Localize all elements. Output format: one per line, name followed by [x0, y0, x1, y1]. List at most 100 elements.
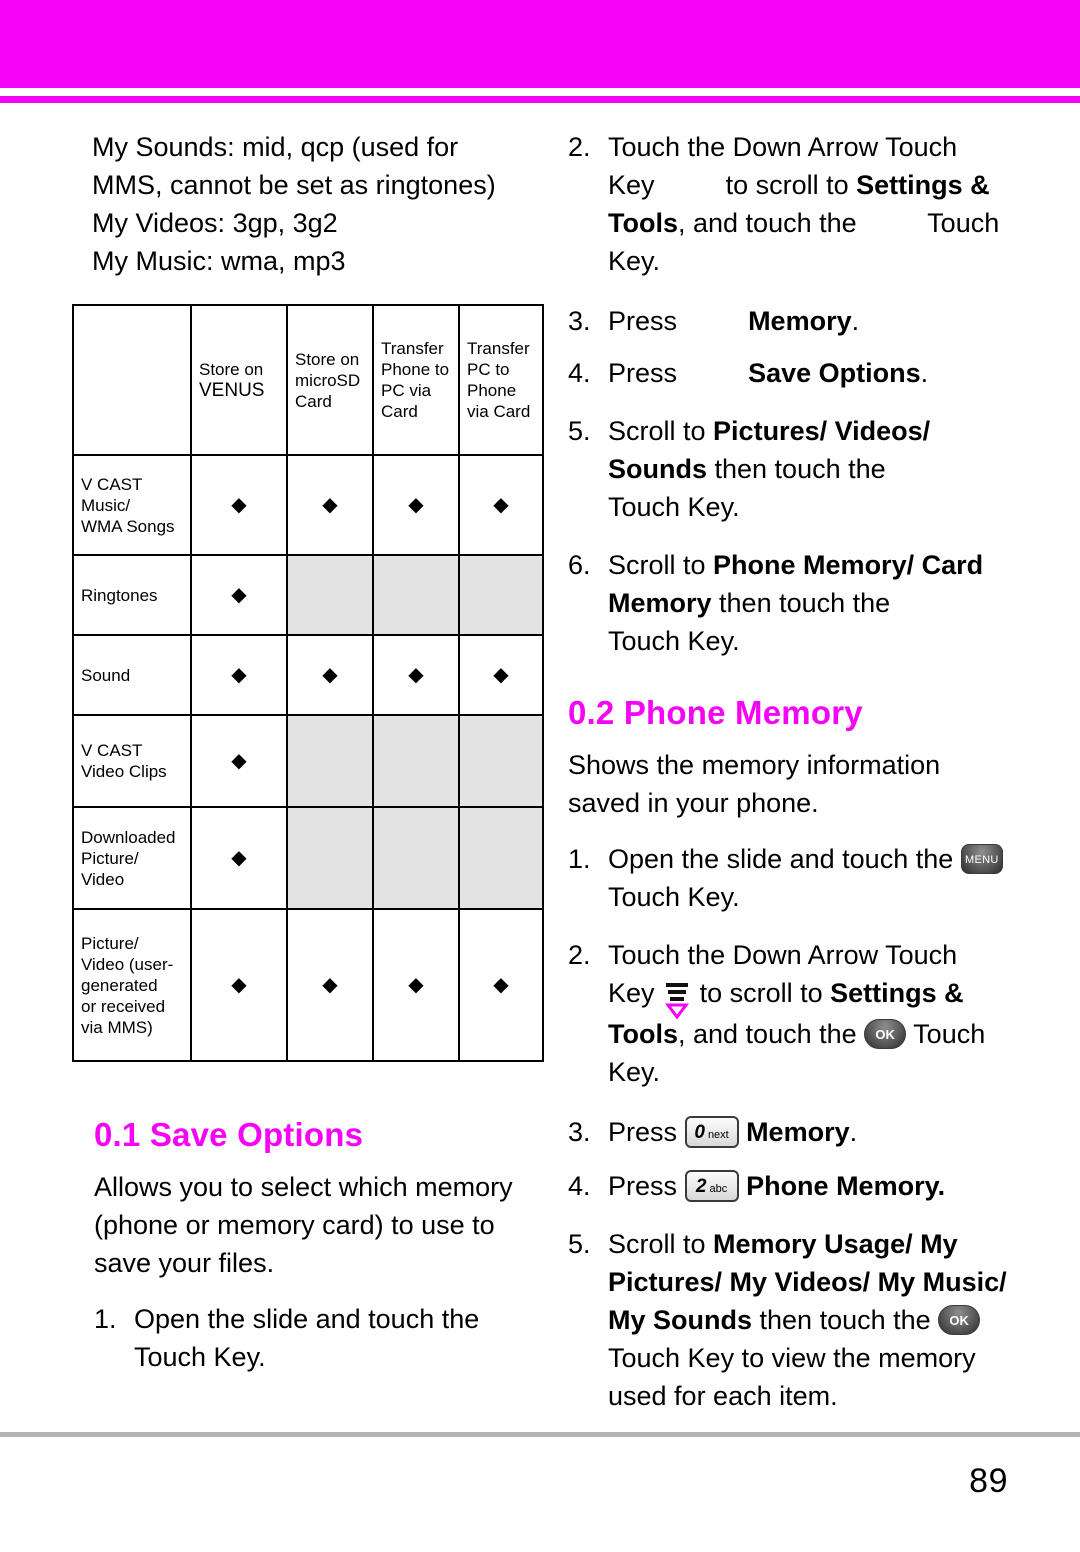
cell-blocked	[458, 714, 544, 808]
header-line: Card	[295, 391, 332, 411]
step-bold: Phone Memory/ Card	[713, 550, 984, 580]
cell-mark: ◆	[458, 634, 544, 716]
step-text: .	[920, 358, 929, 388]
table-row: V CAST Video Clips ◆	[72, 714, 544, 808]
row-label-downloaded-picture-video: Downloaded Picture/ Video	[72, 806, 192, 910]
save-options-steps-continued: 2. Touch the Down Arrow Touch Key to scr…	[568, 128, 1012, 660]
step-item: 3. Press 0 next Memory.	[568, 1113, 1012, 1151]
step-item: 5. Scroll to Memory Usage/ My Pictures/ …	[568, 1225, 1012, 1415]
row-label-sound: Sound	[72, 634, 192, 716]
table-header-transfer-phone-to-pc: Transfer Phone to PC via Card	[372, 304, 460, 456]
step-text: Key.	[608, 246, 661, 276]
step-text: Touch the Down Arrow Touch	[608, 132, 958, 162]
body-line: Allows you to select which memory	[94, 1172, 513, 1202]
step-text: Scroll to	[608, 1228, 714, 1259]
cell-mark: ◆	[372, 908, 460, 1062]
key-digit: 2	[695, 1175, 707, 1197]
cell-mark: ◆	[372, 454, 460, 556]
step-number: 6.	[568, 550, 591, 580]
key-2-abc-icon: 2 abc	[684, 1169, 739, 1202]
section-title-phone-memory: 0.2 Phone Memory	[568, 694, 863, 731]
step-number: 3.	[568, 306, 591, 336]
cell-blocked	[372, 554, 460, 636]
cell-mark: ◆	[190, 714, 288, 808]
step-text: Scroll to	[608, 416, 714, 446]
phone-memory-body: Shows the memory information saved in yo…	[568, 746, 1012, 822]
key-digit: 0	[694, 1121, 705, 1143]
cell-mark: ◆	[458, 908, 544, 1062]
step-bold: Pictures/ My Videos/ My Music/	[608, 1266, 1007, 1297]
table-row: Downloaded Picture/ Video ◆	[72, 806, 544, 910]
table-row: Sound ◆ ◆ ◆ ◆	[72, 634, 544, 716]
step-text: Touch	[927, 208, 1000, 238]
step-item: 1. Open the slide and touch the MENU Tou…	[568, 840, 1012, 916]
header-line: VENUS	[199, 380, 265, 401]
body-line: (phone or memory card) to use to	[94, 1210, 495, 1240]
row-label-picture-video-user-generated: Picture/ Video (user- generated or recei…	[72, 908, 192, 1062]
step-text: , and touch the	[678, 1018, 857, 1049]
table-row: V CAST Music/ WMA Songs ◆ ◆ ◆ ◆	[72, 454, 544, 556]
step-text: Touch Key.	[608, 626, 740, 656]
step-number: 1.	[568, 844, 591, 874]
manual-page: My Sounds: mid, qcp (used for MMS, canno…	[0, 0, 1080, 1552]
step-item: 6. Scroll to Phone Memory/ Card Memory t…	[568, 546, 1012, 660]
step-bold: Memory	[608, 588, 712, 618]
step-text: Press	[608, 358, 678, 388]
step-item: 2. Touch the Down Arrow Touch Key to scr…	[568, 128, 1012, 280]
step-text: to scroll to	[725, 170, 857, 200]
label-line: Picture/	[81, 933, 139, 953]
cell-mark: ◆	[286, 454, 374, 556]
label-line: V CAST	[81, 741, 143, 760]
step-text: Open the slide and touch the	[608, 844, 954, 874]
cell-blocked	[458, 806, 544, 910]
step-text: then touch the	[752, 1304, 931, 1335]
header-line: Store on	[199, 360, 264, 379]
ok-key-icon: OK	[864, 1018, 907, 1049]
label-line: V CAST	[81, 474, 143, 494]
table-row: Picture/ Video (user- generated or recei…	[72, 908, 544, 1062]
save-options-body: Allows you to select which memory (phone…	[94, 1168, 542, 1282]
cell-mark: ◆	[286, 908, 374, 1062]
table-header-store-microsd: Store on microSD Card	[286, 304, 374, 456]
label-line: Ringtones	[81, 585, 158, 605]
label-line: or received	[81, 996, 166, 1016]
footer-rule	[0, 1432, 1080, 1437]
row-label-vcast-music: V CAST Music/ WMA Songs	[72, 454, 192, 556]
step-item: 4. Press 2 abc Phone Memory.	[568, 1167, 1012, 1205]
step-item: 1. Open the slide and touch the Touch Ke…	[94, 1300, 542, 1376]
table-corner-cell	[72, 304, 192, 456]
step-text: to scroll to	[699, 978, 831, 1008]
step-number: 2.	[568, 132, 591, 162]
memory-matrix-table: Store on VENUS Store on microSD Card Tra…	[72, 304, 544, 1062]
cell-mark: ◆	[190, 554, 288, 636]
page-number: 89	[969, 1462, 1008, 1500]
header-band	[0, 0, 1080, 88]
step-bold: Memory	[746, 1116, 850, 1147]
header-line: PC to	[467, 360, 510, 379]
table-row: Ringtones ◆	[72, 554, 544, 636]
step-text: Scroll to	[608, 550, 714, 580]
cell-mark: ◆	[286, 634, 374, 716]
format-line: MMS, cannot be set as ringtones)	[92, 170, 496, 200]
step-number: 5.	[568, 1228, 591, 1259]
body-line: Shows the memory information	[568, 750, 941, 780]
label-line: WMA Songs	[81, 516, 175, 536]
label-line: Video	[81, 869, 125, 889]
step-text: , and touch the	[678, 208, 857, 238]
step-text: Touch Key to view the memory	[608, 1342, 976, 1373]
header-line: via Card	[467, 402, 531, 421]
down-arrow-touch-key-icon	[662, 981, 692, 1021]
cell-blocked	[372, 714, 460, 808]
step-text: .	[851, 306, 860, 336]
step-bold: Settings &	[856, 170, 990, 200]
table-header-store-venus: Store on VENUS	[190, 304, 288, 456]
body-line: save your files.	[94, 1248, 275, 1278]
step-text: Touch Key.	[608, 882, 740, 912]
save-options-steps: 1. Open the slide and touch the Touch Ke…	[94, 1300, 542, 1376]
header-rule	[0, 96, 1080, 103]
key-sublabel: abc	[709, 1182, 728, 1195]
cell-mark: ◆	[190, 806, 288, 910]
cell-mark: ◆	[372, 634, 460, 716]
right-column: 2. Touch the Down Arrow Touch Key to scr…	[568, 128, 1012, 1431]
table-header-row: Store on VENUS Store on microSD Card Tra…	[72, 304, 544, 456]
